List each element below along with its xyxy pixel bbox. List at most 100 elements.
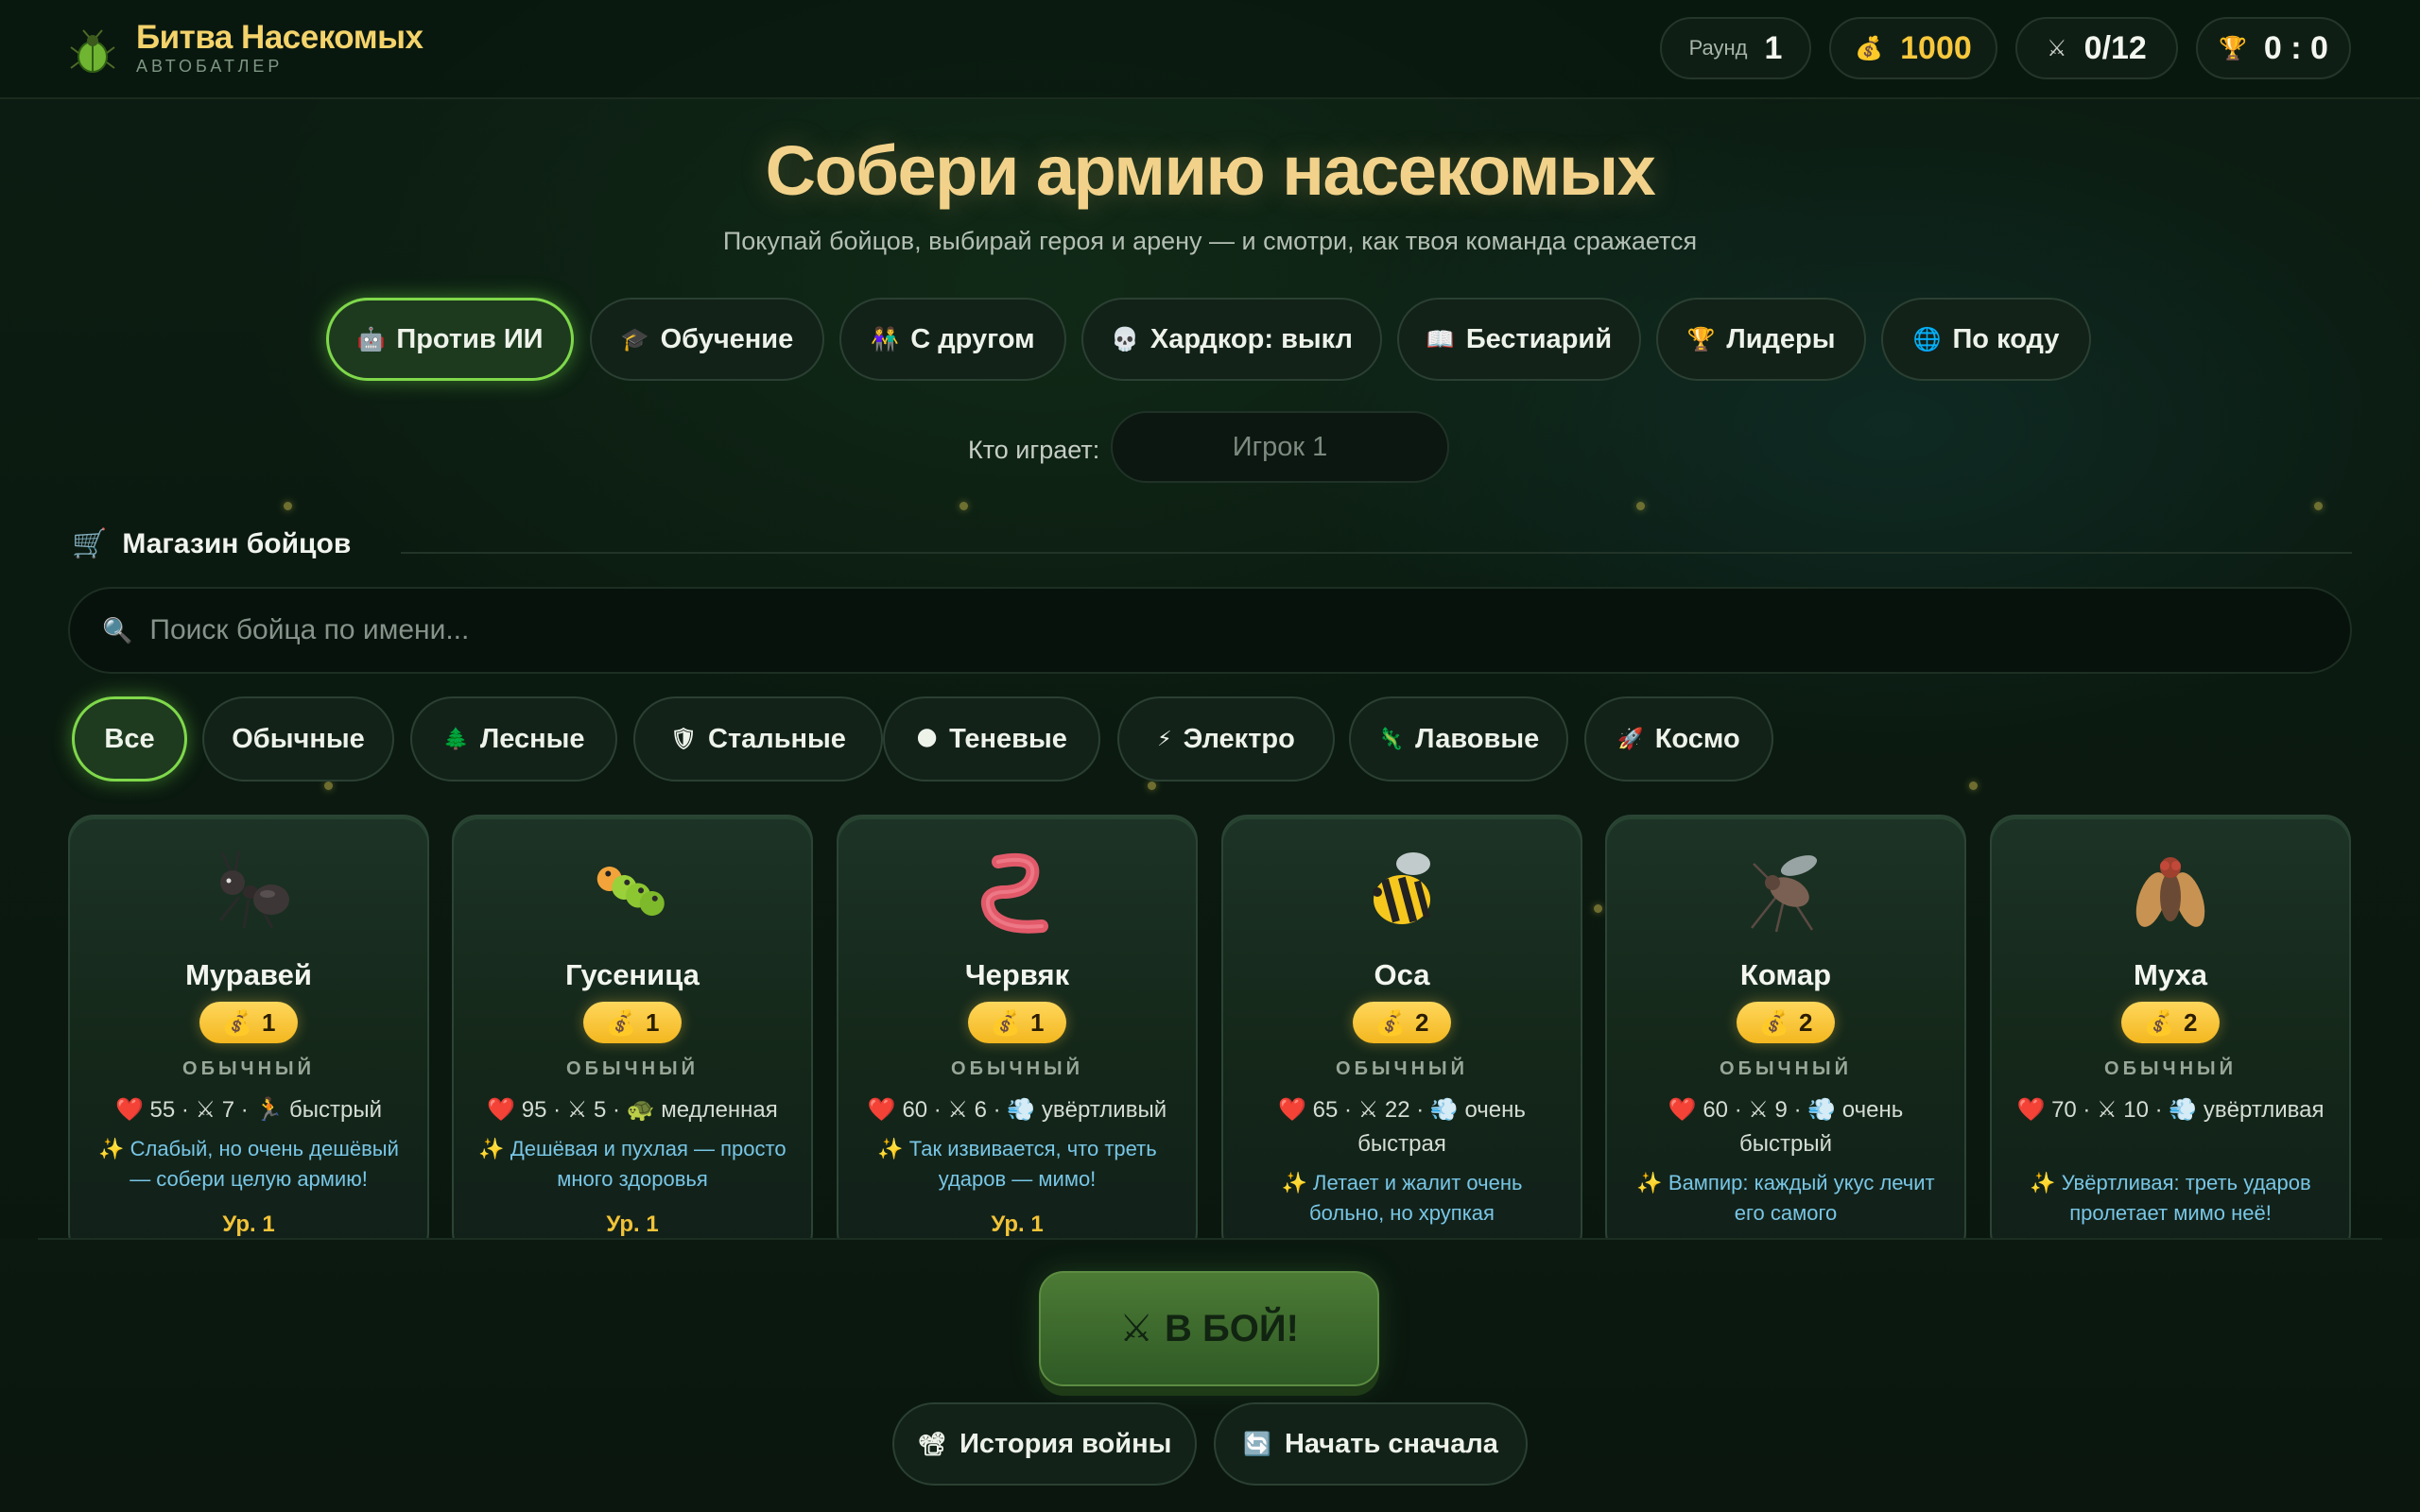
globe-icon: 🌐 <box>1912 326 1942 352</box>
mode-label: Лидеры <box>1726 323 1836 354</box>
fighter-name: Муравей <box>185 958 312 991</box>
search-icon: 🔍 <box>102 615 133 644</box>
mode-label: Бестиарий <box>1465 323 1613 354</box>
leaders-button[interactable]: 🏆 Лидеры <box>1656 298 1866 381</box>
fighter-stats: ❤️ 60 · ⚔ 9 · 💨 очень быстрый <box>1668 1097 1904 1157</box>
mode-tutorial-button[interactable]: 🎓 Обучение <box>590 298 824 381</box>
price-badge: 💰 1 <box>583 1002 682 1043</box>
filter-forest[interactable]: 🌲 Лесные <box>410 696 617 782</box>
fighter-stats: ❤️ 60 · ⚔ 6 · 💨 увёртливый <box>867 1097 1167 1123</box>
bestiary-button[interactable]: 📖 Бестиарий <box>1397 298 1641 381</box>
score-stat: 🏆 0 : 0 <box>2196 17 2351 79</box>
fighter-description: ✨ Слабый, но очень дешёвый — собери целу… <box>98 1137 399 1191</box>
rarity-label: ОБЫЧНЫЙ <box>2104 1058 2237 1079</box>
fighter-card-caterpillar[interactable]: Гусеница 💰 1 ОБЫЧНЫЙ ❤️ 95 · ⚔ 5 · 🐢 мед… <box>452 815 813 1240</box>
level-label: Ур. 1 <box>606 1211 659 1237</box>
level-label: Ур. 1 <box>222 1211 275 1237</box>
filter-label: Электро <box>1183 723 1295 754</box>
dash-icon: 💨 <box>1007 1097 1036 1123</box>
skull-icon: 💀 <box>1111 326 1139 352</box>
beetle-logo-icon <box>70 29 115 73</box>
worm-icon <box>838 845 1196 939</box>
fighter-description: ✨ Вампир: каждый укус лечит его самого <box>1636 1171 1935 1225</box>
trophy-icon: 🏆 <box>1686 326 1716 352</box>
crossed-swords-icon: ⚔ <box>2047 35 2067 61</box>
filter-electro[interactable]: ⚡ Электро <box>1117 696 1335 782</box>
new-moon-icon: 🌑 <box>916 727 939 750</box>
money-bag-icon: 💰 <box>1855 35 1884 61</box>
filter-cosmo[interactable]: 🚀 Космо <box>1584 696 1773 782</box>
filter-all[interactable]: Все <box>72 696 187 782</box>
battle-label: В БОЙ! <box>1164 1307 1299 1349</box>
trait-value: медленная <box>661 1097 778 1123</box>
ant-icon <box>70 845 427 939</box>
army-value: 0/12 <box>2083 29 2147 66</box>
fighter-card-wasp[interactable]: Оса 💰 2 ОБЫЧНЫЙ ❤️ 65 · ⚔ 22 · 💨 очень б… <box>1221 815 1582 1240</box>
fighter-stats: ❤️ 70 · ⚔ 10 · 💨 увёртливая <box>2016 1097 2325 1123</box>
mode-label: С другом <box>910 323 1035 354</box>
sword-icon: ⚔ <box>1748 1097 1769 1123</box>
filter-label: Теневые <box>949 723 1067 754</box>
gold-value: 1000 <box>1900 29 1972 66</box>
cart-icon: 🛒 <box>72 528 108 559</box>
shop-title: Магазин бойцов <box>122 527 352 559</box>
by-code-button[interactable]: 🌐 По коду <box>1881 298 2091 381</box>
fighter-description: ✨ Увёртливая: треть ударов пролетает мим… <box>2030 1171 2311 1225</box>
price-badge: 💰 1 <box>968 1002 1066 1043</box>
hero-title: Собери армию насекомых <box>765 131 1656 210</box>
search-placeholder: Поиск бойца по имени... <box>149 614 470 645</box>
turtle-icon: 🐢 <box>626 1097 655 1123</box>
price-value: 2 <box>1414 1007 1429 1037</box>
score-value: 0 : 0 <box>2263 29 2328 66</box>
filter-lava[interactable]: 🦎 Лавовые <box>1349 696 1568 782</box>
firefly-spark <box>284 502 292 510</box>
filter-common[interactable]: Обычные <box>202 696 394 782</box>
rarity-label: ОБЫЧНЫЙ <box>951 1058 1083 1079</box>
history-label: История войны <box>959 1428 1172 1459</box>
attack-value: 9 <box>1774 1097 1788 1123</box>
fighter-stats: ❤️ 65 · ⚔ 22 · 💨 очень быстрая <box>1278 1097 1526 1157</box>
hp-value: 65 <box>1312 1097 1339 1123</box>
price-badge: 💰 2 <box>1737 1002 1835 1043</box>
fighter-card-worm[interactable]: Червяк 💰 1 ОБЫЧНЫЙ ❤️ 60 · ⚔ 6 · 💨 увёрт… <box>837 815 1198 1240</box>
heart-icon: ❤️ <box>2016 1097 2046 1123</box>
filter-label: Обычные <box>232 723 365 754</box>
fighter-card-fly[interactable]: Муха 💰 2 ОБЫЧНЫЙ ❤️ 70 · ⚔ 10 · 💨 увёртл… <box>1990 815 2351 1240</box>
sword-icon: ⚔ <box>566 1097 588 1123</box>
fighter-search-input[interactable]: 🔍 Поиск бойца по имени... <box>68 587 2352 674</box>
dash-icon: 💨 <box>1429 1097 1459 1123</box>
fly-icon <box>1992 845 2349 939</box>
mode-with-friend-button[interactable]: 👫 С другом <box>839 298 1066 381</box>
fighter-stats: ❤️ 55 · ⚔ 7 · 🏃 быстрый <box>114 1097 383 1123</box>
restart-button[interactable]: 🔄 Начать сначала <box>1214 1402 1528 1486</box>
trait-value: увёртливая <box>2203 1097 2325 1123</box>
fighter-description: ✨ Так извивается, что треть ударов — мим… <box>877 1137 1157 1191</box>
firefly-spark <box>1636 502 1645 510</box>
fighter-card-mosquito[interactable]: Комар 💰 2 ОБЫЧНЫЙ ❤️ 60 · ⚔ 9 · 💨 очень … <box>1605 815 1966 1240</box>
filter-shadow[interactable]: 🌑 Теневые <box>883 696 1100 782</box>
app-title: Битва Насекомых <box>136 19 424 56</box>
fighter-name: Гусеница <box>565 958 700 991</box>
mosquito-icon <box>1607 845 1964 939</box>
fighter-name: Муха <box>2134 958 2207 991</box>
graduation-cap-icon: 🎓 <box>620 326 649 352</box>
price-value: 1 <box>1029 1007 1045 1037</box>
war-history-button[interactable]: 📽 История войны <box>892 1402 1197 1486</box>
heart-icon: ❤️ <box>1668 1097 1697 1123</box>
heart-icon: ❤️ <box>867 1097 896 1123</box>
hardcore-toggle-button[interactable]: 💀 Хардкор: выкл <box>1081 298 1382 381</box>
firefly-spark <box>2314 502 2323 510</box>
player-name-input[interactable]: Игрок 1 <box>1111 411 1449 483</box>
fighter-name: Оса <box>1374 958 1430 991</box>
runner-icon: 🏃 <box>254 1097 284 1123</box>
top-bar: Битва Насекомых АВТОБАТЛЕР Раунд 1 💰 100… <box>0 0 2420 99</box>
fighter-card-ant[interactable]: Муравей 💰 1 ОБЫЧНЫЙ ❤️ 55 · ⚔ 7 · 🏃 быст… <box>68 815 429 1240</box>
price-badge: 💰 2 <box>1353 1002 1451 1043</box>
trait-value: увёртливый <box>1041 1097 1167 1123</box>
refresh-icon: 🔄 <box>1243 1431 1271 1457</box>
start-battle-button[interactable]: ⚔ В БОЙ! <box>1039 1271 1379 1386</box>
mode-vs-ai-button[interactable]: 🤖 Против ИИ <box>326 298 574 381</box>
caterpillar-icon <box>454 845 811 939</box>
heart-icon: ❤️ <box>114 1097 144 1123</box>
filter-steel[interactable]: 🛡 Стальные <box>633 696 883 782</box>
